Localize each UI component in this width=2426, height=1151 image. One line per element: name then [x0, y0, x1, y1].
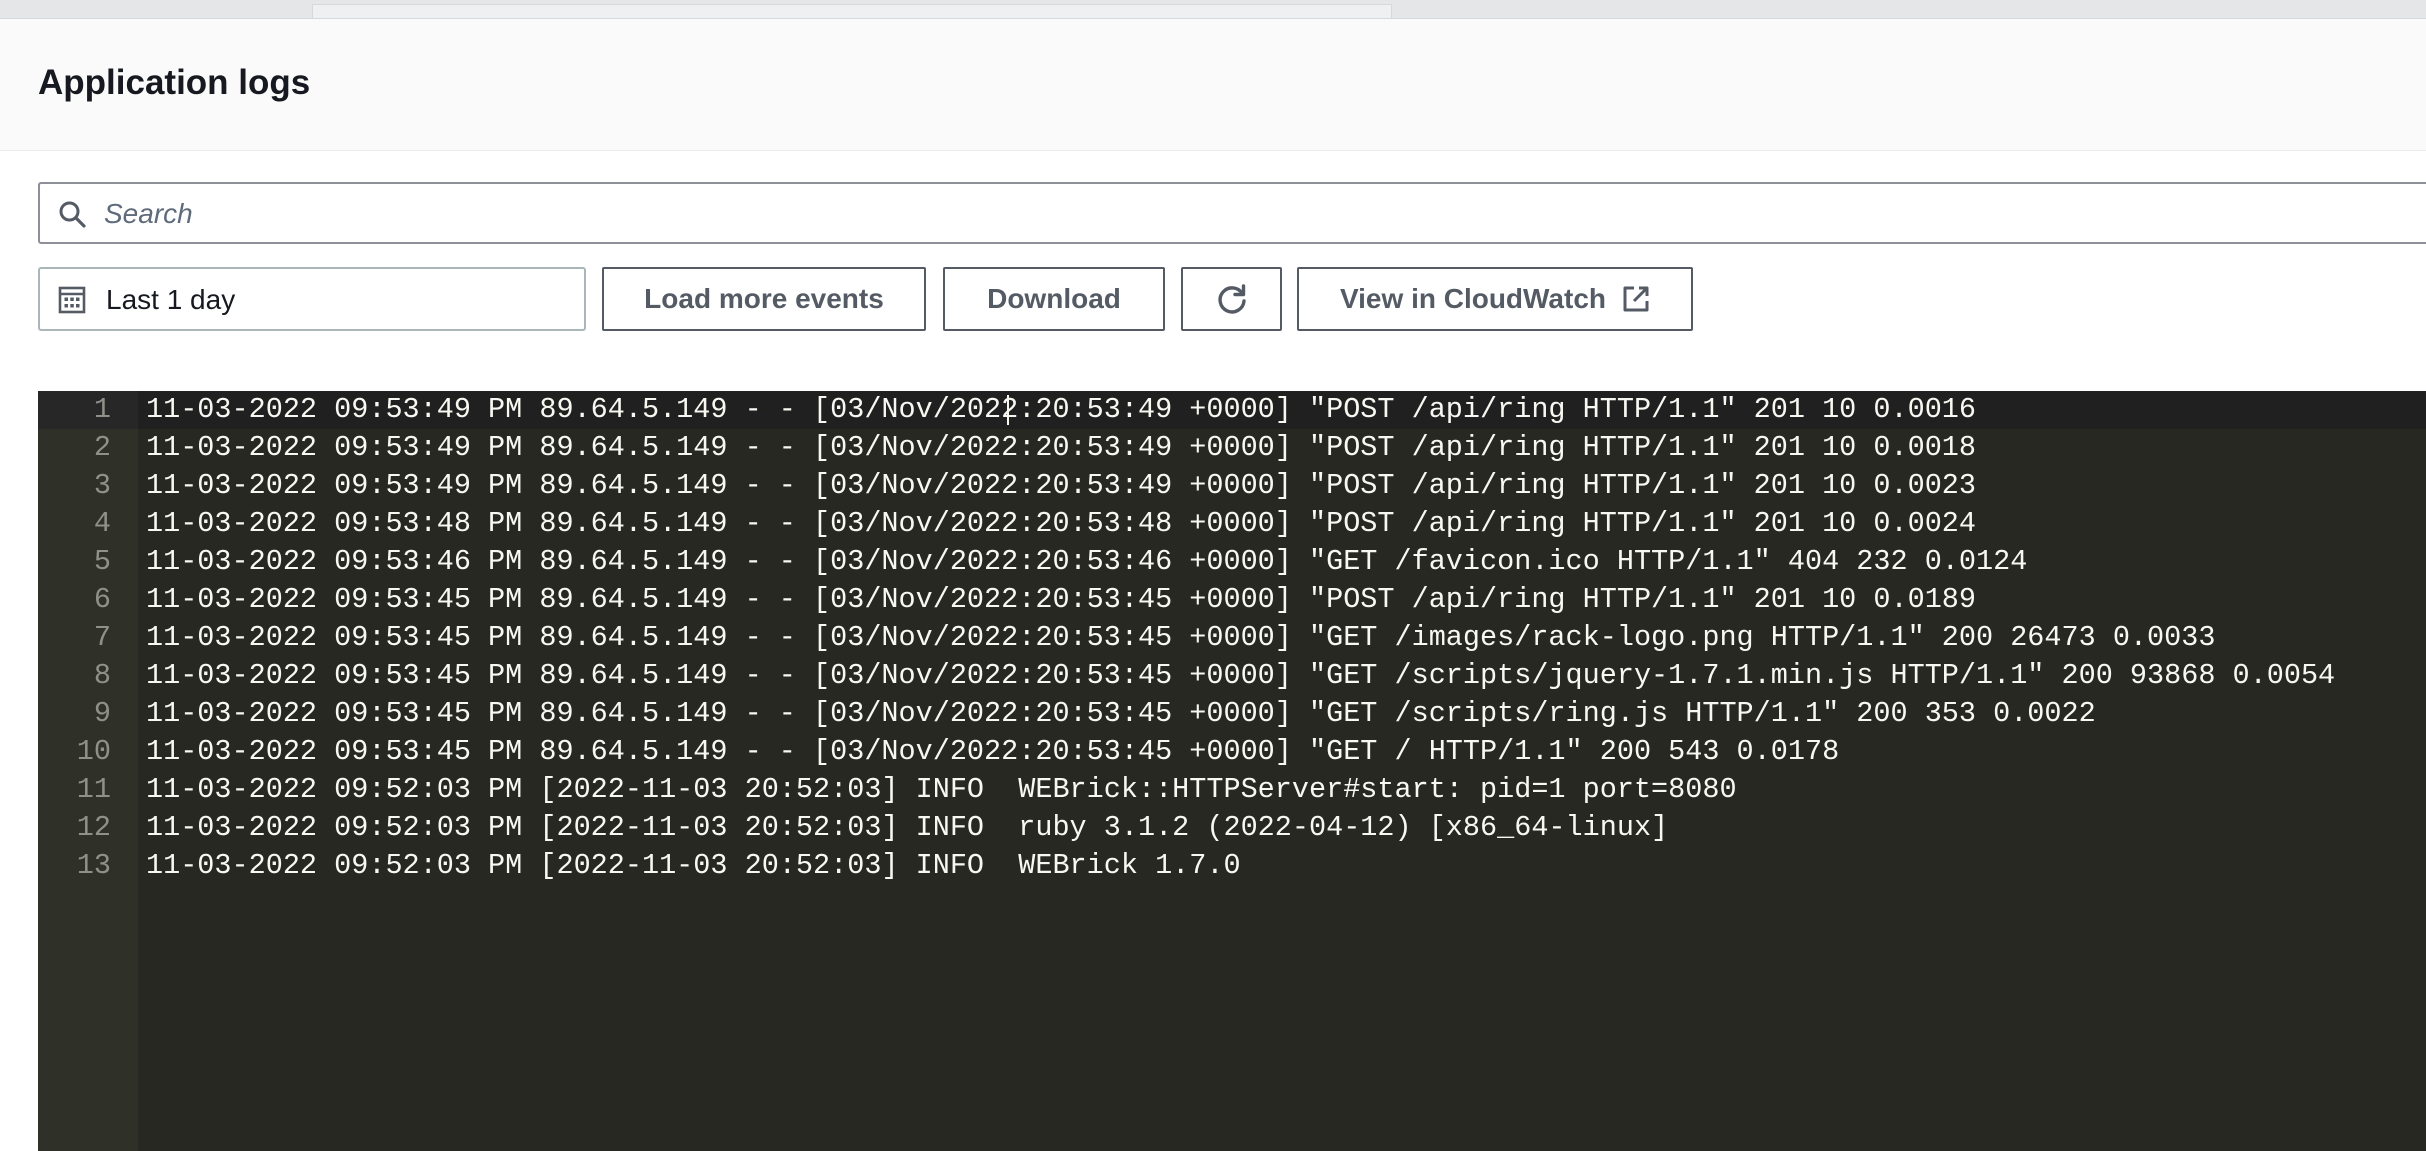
search-box[interactable] — [38, 182, 2426, 244]
log-line[interactable]: 7 11-03-2022 09:53:45 PM 89.64.5.149 - - … — [38, 619, 2426, 657]
panel-title: Application logs — [38, 63, 311, 102]
log-line-text: 11-03-2022 09:53:45 PM 89.64.5.149 - - [… — [146, 697, 2096, 730]
log-line-text: 11-03-2022 09:53:45 PM 89.64.5.149 - - [… — [146, 659, 2336, 692]
download-label: Download — [987, 283, 1121, 314]
line-number: 3 — [93, 469, 111, 502]
refresh-button[interactable] — [1181, 267, 1282, 331]
log-line[interactable]: 3 11-03-2022 09:53:49 PM 89.64.5.149 - - … — [38, 467, 2426, 505]
log-line-text: 11-03-2022 09:52:03 PM [2022-11-03 20:52… — [146, 773, 1737, 806]
load-more-events-label: Load more events — [644, 283, 884, 314]
panel-header: Application logs — [0, 19, 2426, 151]
line-number: 8 — [93, 659, 111, 692]
log-line[interactable]: 13 11-03-2022 09:52:03 PM [2022-11-03 20:… — [38, 847, 2426, 885]
log-line[interactable]: 8 11-03-2022 09:53:45 PM 89.64.5.149 - - … — [38, 657, 2426, 695]
line-number: 4 — [93, 507, 111, 540]
date-range-picker[interactable]: Last 1 day — [38, 267, 586, 331]
line-number: 11 — [76, 773, 111, 806]
log-line[interactable]: 12 11-03-2022 09:52:03 PM [2022-11-03 20:… — [38, 809, 2426, 847]
line-number: 7 — [93, 621, 111, 654]
log-line-text: 11-03-2022 09:53:49 PM 89.64.5.149 - - [… — [146, 469, 1976, 502]
log-line[interactable]: 10 11-03-2022 09:53:45 PM 89.64.5.149 - -… — [38, 733, 2426, 771]
view-in-cloudwatch-label: View in CloudWatch — [1339, 283, 1606, 314]
line-number: 12 — [76, 811, 111, 844]
calendar-icon — [58, 286, 86, 314]
download-button[interactable]: Download — [943, 267, 1165, 331]
log-viewer[interactable]: 1 11-03-2022 09:53:49 PM 89.64.5.149 - - … — [38, 391, 2426, 1151]
refresh-icon — [1217, 284, 1246, 314]
log-line[interactable]: 1 11-03-2022 09:53:49 PM 89.64.5.149 - - … — [38, 391, 2426, 429]
browser-top-strip — [0, 0, 2426, 20]
application-logs-panel: Application logs Last 1 day Load more ev… — [0, 18, 2426, 1151]
text-cursor — [1007, 395, 1009, 425]
log-line-text: 11-03-2022 09:53:49 PM 89.64.5.149 - - [… — [146, 393, 1976, 426]
log-line-text: 11-03-2022 09:52:03 PM [2022-11-03 20:52… — [146, 811, 1669, 844]
log-line-text: 11-03-2022 09:53:49 PM 89.64.5.149 - - [… — [146, 431, 1976, 464]
line-number: 10 — [76, 735, 111, 768]
log-line-text: 11-03-2022 09:53:45 PM 89.64.5.149 - - [… — [146, 735, 1840, 768]
log-line[interactable]: 2 11-03-2022 09:53:49 PM 89.64.5.149 - - … — [38, 429, 2426, 467]
line-number: 5 — [93, 545, 111, 578]
log-line-text: 11-03-2022 09:52:03 PM [2022-11-03 20:52… — [146, 849, 1241, 882]
line-number: 9 — [93, 697, 111, 730]
log-line-text: 11-03-2022 09:53:46 PM 89.64.5.149 - - [… — [146, 545, 2028, 578]
log-line-text: 11-03-2022 09:53:45 PM 89.64.5.149 - - [… — [146, 583, 1976, 616]
date-range-label: Last 1 day — [106, 284, 236, 315]
line-number: 6 — [93, 583, 111, 616]
log-line[interactable]: 11 11-03-2022 09:52:03 PM [2022-11-03 20:… — [38, 771, 2426, 809]
line-number: 2 — [93, 431, 111, 464]
search-icon — [59, 201, 86, 228]
log-line[interactable]: 5 11-03-2022 09:53:46 PM 89.64.5.149 - - … — [38, 543, 2426, 581]
search-input[interactable] — [102, 190, 2406, 238]
external-link-icon — [1623, 286, 1649, 312]
log-line[interactable]: 6 11-03-2022 09:53:45 PM 89.64.5.149 - - … — [38, 581, 2426, 619]
line-number: 13 — [76, 849, 111, 882]
log-line-text: 11-03-2022 09:53:48 PM 89.64.5.149 - - [… — [146, 507, 1976, 540]
log-line[interactable]: 9 11-03-2022 09:53:45 PM 89.64.5.149 - - … — [38, 695, 2426, 733]
view-in-cloudwatch-button[interactable]: View in CloudWatch — [1297, 267, 1693, 331]
log-line-text: 11-03-2022 09:53:45 PM 89.64.5.149 - - [… — [146, 621, 2216, 654]
log-lines: 1 11-03-2022 09:53:49 PM 89.64.5.149 - - … — [38, 391, 2426, 885]
load-more-events-button[interactable]: Load more events — [602, 267, 926, 331]
log-line[interactable]: 4 11-03-2022 09:53:48 PM 89.64.5.149 - - … — [38, 505, 2426, 543]
line-number: 1 — [38, 391, 138, 429]
